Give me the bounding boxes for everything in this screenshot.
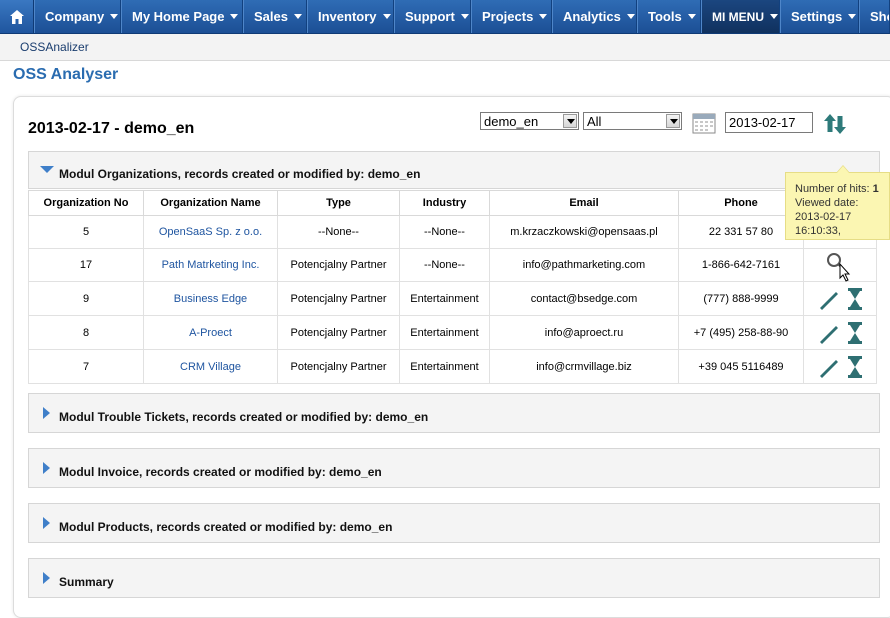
nav-sales[interactable]: Sales: [243, 0, 307, 33]
nav-projects[interactable]: Projects: [471, 0, 552, 33]
nav-tools[interactable]: Tools: [637, 0, 701, 33]
tooltip-viewed-label: Viewed date:: [795, 197, 859, 209]
expand-triangle-icon[interactable]: [43, 407, 50, 419]
cell-email: m.krzaczkowski@opensaas.pl: [489, 215, 679, 249]
cell-email: info@aproect.ru: [489, 315, 679, 350]
table-row: 7 CRM Village Potencjalny Partner Entert…: [28, 349, 877, 384]
collapse-triangle-icon[interactable]: [40, 166, 54, 173]
nav-mi-menu[interactable]: MI MENU: [701, 0, 780, 33]
section-invoice[interactable]: Modul Invoice, records created or modifi…: [28, 448, 880, 488]
org-name-link[interactable]: A-Proect: [143, 315, 278, 350]
nav-my-home-page[interactable]: My Home Page: [121, 0, 243, 33]
nav-inventory[interactable]: Inventory: [307, 0, 394, 33]
cell-phone: 1-866-642-7161: [678, 248, 804, 282]
top-navigation: Company My Home Page Sales Inventory Sup…: [0, 0, 890, 34]
org-name-link[interactable]: Path Matrketing Inc.: [143, 248, 278, 282]
magnifier-icon[interactable]: [824, 250, 854, 282]
report-title: 2013-02-17 - demo_en: [28, 120, 195, 137]
nav-overflow-item[interactable]: Sho: [859, 0, 890, 33]
column-header[interactable]: Type: [277, 190, 400, 216]
pencil-icon[interactable]: [817, 355, 841, 379]
table-row: 17 Path Matrketing Inc. Potencjalny Part…: [28, 248, 877, 282]
column-header[interactable]: Industry: [399, 190, 490, 216]
cell-actions: [803, 281, 877, 316]
home-icon: [9, 9, 24, 24]
date-input[interactable]: [725, 112, 813, 133]
cell-org-no: 9: [28, 281, 144, 316]
cell-type: Potencjalny Partner: [277, 248, 400, 282]
tooltip-viewed-time: 16:10:33,: [795, 225, 841, 237]
cell-org-no: 5: [28, 215, 144, 249]
pencil-icon[interactable]: [817, 287, 841, 311]
section-summary[interactable]: Summary: [28, 558, 880, 598]
section-products-label: Modul Products, records created or modif…: [59, 520, 393, 534]
user-select[interactable]: demo_en: [480, 112, 579, 130]
cell-industry: --None--: [399, 215, 490, 249]
column-header[interactable]: Organization Name: [143, 190, 278, 216]
cell-email: info@crmvillage.biz: [489, 349, 679, 384]
cell-org-no: 8: [28, 315, 144, 350]
section-trouble-tickets-label: Modul Trouble Tickets, records created o…: [59, 410, 429, 424]
dropdown-arrow-icon[interactable]: [666, 114, 680, 128]
tooltip-viewed-date: 2013-02-17: [795, 211, 852, 223]
filter-select[interactable]: All: [583, 112, 682, 130]
home-button[interactable]: [0, 0, 34, 33]
cell-industry: Entertainment: [399, 315, 490, 350]
column-header[interactable]: Organization No: [28, 190, 144, 216]
cell-industry: Entertainment: [399, 349, 490, 384]
cell-phone: +7 (495) 258-88-90: [678, 315, 804, 350]
hourglass-icon[interactable]: [847, 355, 863, 379]
cell-actions: [803, 315, 877, 350]
cell-email: info@pathmarketing.com: [489, 248, 679, 282]
nav-analytics[interactable]: Analytics: [552, 0, 637, 33]
organizations-table: Organization No Organization Name Type I…: [28, 190, 877, 384]
section-trouble-tickets[interactable]: Modul Trouble Tickets, records created o…: [28, 393, 880, 433]
section-invoice-label: Modul Invoice, records created or modifi…: [59, 465, 382, 479]
table-row: 8 A-Proect Potencjalny Partner Entertain…: [28, 315, 877, 350]
cell-type: Potencjalny Partner: [277, 315, 400, 350]
hits-tooltip: Number of hits: 1 Viewed date: 2013-02-1…: [785, 165, 890, 240]
breadcrumb-bar: OSSAnalizer: [0, 34, 890, 61]
cell-type: --None--: [277, 215, 400, 249]
cell-phone: +39 045 5116489: [678, 349, 804, 384]
tooltip-hits-value: 1: [872, 183, 879, 195]
table-row: 5 OpenSaaS Sp. z o.o. --None-- --None-- …: [28, 215, 877, 249]
cell-org-no: 7: [28, 349, 144, 384]
tooltip-hits-label: Number of hits:: [795, 183, 870, 195]
cell-industry: --None--: [399, 248, 490, 282]
expand-triangle-icon[interactable]: [43, 572, 50, 584]
section-summary-label: Summary: [59, 575, 114, 589]
expand-triangle-icon[interactable]: [43, 462, 50, 474]
cell-org-no: 17: [28, 248, 144, 282]
calendar-icon[interactable]: [692, 112, 716, 134]
section-products[interactable]: Modul Products, records created or modif…: [28, 503, 880, 543]
org-name-link[interactable]: OpenSaaS Sp. z o.o.: [143, 215, 278, 249]
table-header-row: Organization No Organization Name Type I…: [28, 190, 877, 216]
table-row: 9 Business Edge Potencjalny Partner Ente…: [28, 281, 877, 316]
filter-select-value: All: [587, 114, 602, 129]
nav-settings[interactable]: Settings: [780, 0, 859, 33]
nav-support[interactable]: Support: [394, 0, 471, 33]
breadcrumb[interactable]: OSSAnalizer: [20, 40, 89, 54]
pencil-icon[interactable]: [817, 321, 841, 345]
cell-industry: Entertainment: [399, 281, 490, 316]
page-title: OSS Analyser: [13, 66, 119, 83]
section-organizations[interactable]: Modul Organizations, records created or …: [28, 151, 880, 189]
sort-arrows-icon[interactable]: [822, 112, 848, 136]
column-header[interactable]: Email: [489, 190, 679, 216]
section-organizations-label: Modul Organizations, records created or …: [59, 167, 421, 181]
cell-email: contact@bsedge.com: [489, 281, 679, 316]
dropdown-arrow-icon[interactable]: [563, 114, 577, 128]
hourglass-icon[interactable]: [847, 287, 863, 311]
org-name-link[interactable]: CRM Village: [143, 349, 278, 384]
cell-type: Potencjalny Partner: [277, 349, 400, 384]
cell-type: Potencjalny Partner: [277, 281, 400, 316]
expand-triangle-icon[interactable]: [43, 517, 50, 529]
nav-company[interactable]: Company: [34, 0, 121, 33]
org-name-link[interactable]: Business Edge: [143, 281, 278, 316]
hourglass-icon[interactable]: [847, 321, 863, 345]
cell-phone: (777) 888-9999: [678, 281, 804, 316]
cell-actions: [803, 349, 877, 384]
user-select-value: demo_en: [484, 114, 539, 129]
